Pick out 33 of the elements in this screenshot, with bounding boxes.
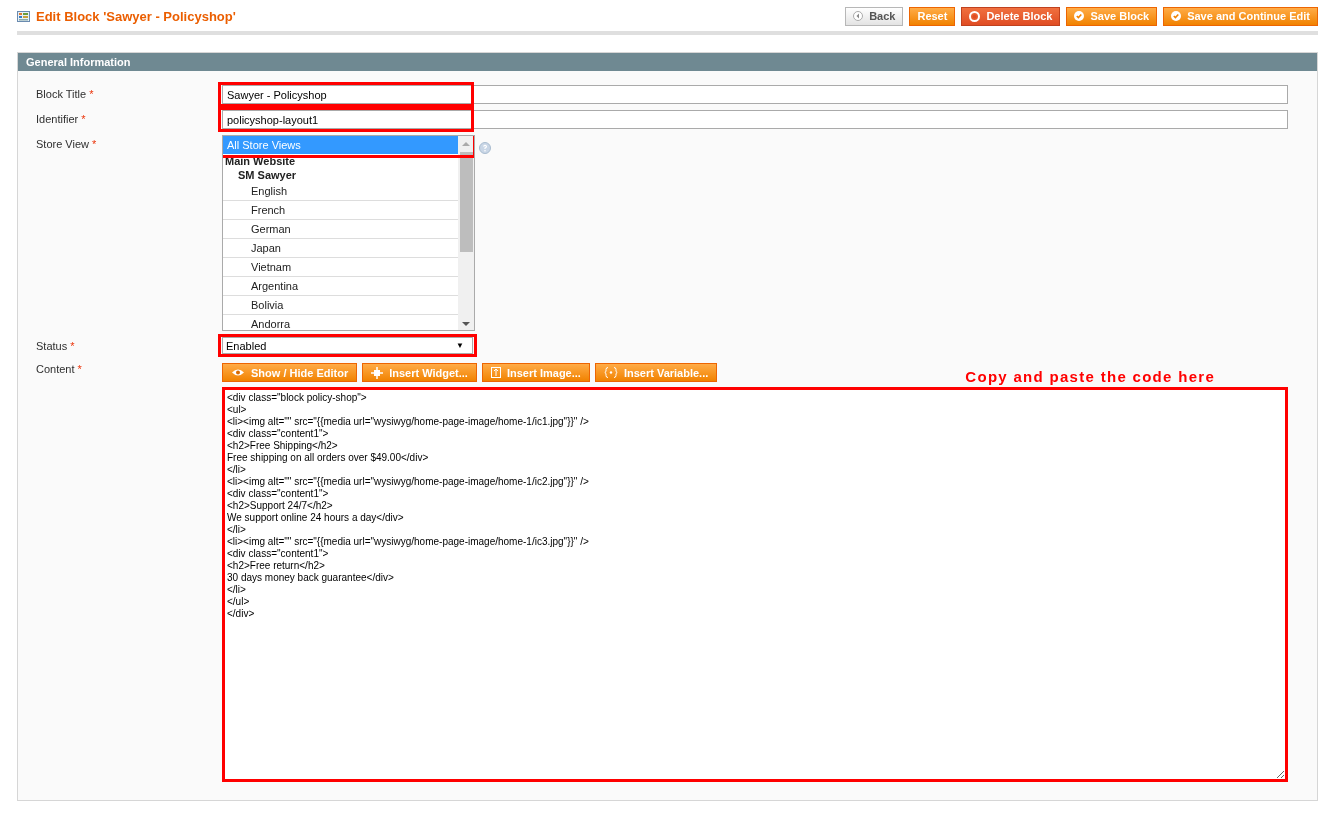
field-label: Content * <box>36 362 83 375</box>
store-option[interactable]: SM Sawyer <box>223 168 458 182</box>
scrollbar-thumb[interactable] <box>459 152 473 252</box>
section-header: General Information <box>18 53 1317 71</box>
store-option[interactable]: Vietnam <box>223 258 458 277</box>
toolbar-button[interactable]: Back <box>845 6 904 26</box>
instruction-note: Copy and paste the code here <box>965 368 1216 385</box>
store-option[interactable]: English <box>223 182 458 201</box>
check-icon <box>1074 11 1085 21</box>
eye-icon <box>231 368 245 377</box>
scroll-up-icon[interactable] <box>461 140 471 148</box>
store-option[interactable]: Japan <box>223 239 458 258</box>
check-icon <box>1171 11 1182 21</box>
store-option[interactable]: Bolivia <box>223 296 458 315</box>
field-label: Block Title * <box>36 87 95 100</box>
lifebuoy-icon <box>969 10 981 22</box>
identifier-field[interactable]: policyshop-layout1 <box>222 110 1288 129</box>
store-option[interactable]: Argentina <box>223 277 458 296</box>
field-label: Identifier * <box>36 112 87 125</box>
field-label: Status * <box>36 339 76 352</box>
block-title-field[interactable]: Sawyer - Policyshop <box>222 85 1288 104</box>
braces-icon <box>603 367 618 378</box>
help-icon[interactable] <box>479 142 491 154</box>
grid-icon <box>17 10 30 22</box>
store-option[interactable]: German <box>223 220 458 239</box>
crosshair-icon <box>371 366 384 379</box>
field-label: Store View * <box>36 137 98 150</box>
status-select[interactable]: Enabled ▼ <box>222 337 473 354</box>
content-editor[interactable]: <div class="block policy-shop"> <ul> <li><img alt="" src="{{media url="wysiwyg/home-page-image/home-1/ic1.jpg"}}" /> <div class="content1"> <h2>Free Shipping</h2> Free shipping on all orders over $49.00</div> </li> <li><img alt="" src="{{media url="wysiwyg/home-page-image/home-1/ic2.jpg"}}" /> <div class="content1"> <h2>Support 24/7</h2> We support online 24 hours a day</div> </li> <li><img alt="" src="{{media url="wysiwyg/home-page-image/home-1/ic3.jpg"}}" /> <div class="content1"> <h2>Free return</h2> 30 days money back guarantee</div> </li> </ul> </div> <box>222 387 1288 782</box>
store-option[interactable]: French <box>223 201 458 220</box>
page-title: Edit Block 'Sawyer - Policyshop' <box>36 8 236 24</box>
image-icon <box>490 367 501 378</box>
scroll-down-icon[interactable] <box>461 320 471 328</box>
